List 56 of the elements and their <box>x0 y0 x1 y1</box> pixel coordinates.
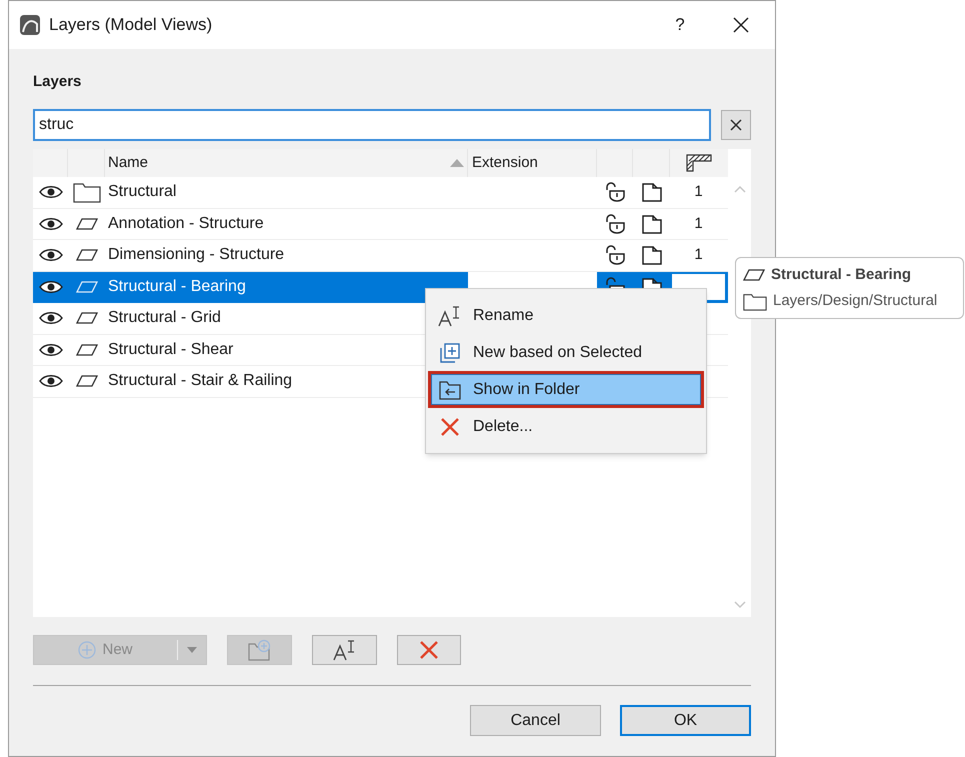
copy-plus-icon <box>439 342 461 364</box>
stacked-sheet-icon[interactable] <box>640 214 662 234</box>
layer-icon <box>76 280 98 293</box>
close-icon <box>419 640 439 660</box>
rename-button[interactable] <box>312 635 377 665</box>
dialog-button[interactable]: Cancel <box>470 705 601 736</box>
menu-item[interactable]: Show in Folder <box>428 371 704 408</box>
app-logo-icon <box>19 14 41 36</box>
layer-icon <box>76 312 98 324</box>
section-title: Layers <box>33 72 82 92</box>
plus-circle-icon <box>78 641 96 659</box>
layer-name: Structural - Grid <box>108 308 221 328</box>
clear-search-button[interactable] <box>721 110 751 140</box>
dialog-button[interactable]: OK <box>620 705 751 736</box>
layer-icon <box>76 344 98 356</box>
tooltip-path: Layers/Design/Structural <box>773 291 938 311</box>
tooltip-title: Structural - Bearing <box>771 264 912 284</box>
delete-button[interactable] <box>397 635 461 665</box>
padlock-icon[interactable] <box>604 182 626 202</box>
close-icon <box>730 119 742 131</box>
close-icon <box>440 416 460 436</box>
eye-icon[interactable] <box>38 185 62 200</box>
layer-icon <box>743 268 765 281</box>
layer-icon <box>76 249 98 262</box>
layer-name: Annotation - Structure <box>108 214 264 234</box>
window-title: Layers (Model Views) <box>49 14 212 36</box>
layer-row[interactable]: Annotation - Structure 1 <box>33 208 728 240</box>
stacked-sheet-icon[interactable] <box>640 245 662 266</box>
eye-icon[interactable] <box>38 280 62 294</box>
eye-icon[interactable] <box>38 248 62 262</box>
layer-name: Structural - Bearing <box>108 276 246 297</box>
padlock-icon[interactable] <box>604 214 626 234</box>
folder-icon <box>72 181 100 204</box>
close-icon[interactable] <box>733 17 749 33</box>
layer-name: Structural - Stair & Railing <box>108 371 292 392</box>
layer-icon <box>76 218 98 230</box>
folder-icon <box>743 292 767 311</box>
help-button[interactable]: ? <box>665 12 695 38</box>
eye-icon[interactable] <box>38 374 62 388</box>
layer-name: Dimensioning - Structure <box>108 245 284 266</box>
menu-item[interactable]: Delete... <box>428 408 704 445</box>
layer-number: 1 <box>693 245 704 265</box>
layer-number: 1 <box>693 214 704 234</box>
layer-number: 1 <box>693 182 704 202</box>
layer-name: Structural <box>108 182 176 202</box>
search-field[interactable]: struc <box>33 109 711 141</box>
layer-icon <box>76 375 98 388</box>
layer-name: Structural - Shear <box>108 340 234 360</box>
eye-icon[interactable] <box>38 311 62 326</box>
folder-arrow-icon <box>439 380 461 400</box>
hatched-wall-icon <box>686 154 712 172</box>
padlock-icon[interactable] <box>604 245 626 266</box>
eye-icon[interactable] <box>38 342 62 357</box>
eye-icon[interactable] <box>38 216 62 231</box>
folder-plus-icon <box>248 639 272 661</box>
stacked-sheet-icon[interactable] <box>640 182 662 202</box>
